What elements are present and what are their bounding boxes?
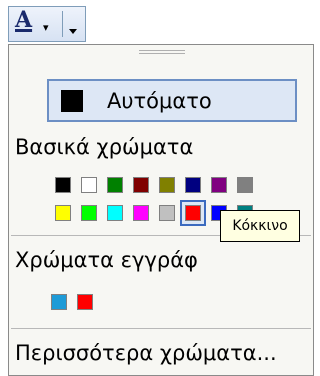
color-swatch[interactable] [133, 177, 149, 193]
color-swatch[interactable] [211, 177, 227, 193]
color-swatch[interactable] [81, 205, 97, 221]
chevron-down-icon[interactable]: ▾ [43, 21, 49, 34]
color-swatch[interactable] [107, 177, 123, 193]
document-colors-heading: Χρώματα εγγράφ [15, 248, 198, 272]
color-swatch[interactable] [55, 205, 71, 221]
color-swatch[interactable] [133, 205, 149, 221]
color-tooltip: Κόκκινο [220, 210, 300, 242]
color-swatch[interactable] [81, 177, 97, 193]
automatic-color-button[interactable]: Αυτόματο [47, 79, 297, 122]
button-separator [62, 11, 63, 37]
toolbar: A ▾ [0, 0, 315, 44]
font-color-icon: A [15, 7, 33, 33]
color-swatch[interactable] [159, 205, 175, 221]
dropdown-arrow-icon[interactable] [69, 29, 77, 34]
menu-grip-handle[interactable] [139, 50, 185, 60]
color-swatch[interactable] [107, 205, 123, 221]
color-swatch[interactable] [55, 177, 71, 193]
color-swatch[interactable] [185, 177, 201, 193]
basic-colors-label: Βασικά χρώματα [15, 135, 194, 159]
more-colors-item[interactable]: Περισσότερα χρώματα... [15, 341, 277, 365]
document-colors-label: Χρώματα εγγράφ [15, 248, 198, 272]
color-swatch[interactable] [237, 177, 253, 193]
automatic-color-swatch [61, 90, 83, 112]
basic-colors-heading: Βασικά χρώματα [15, 135, 193, 159]
document-color-swatch[interactable] [77, 294, 93, 310]
color-swatch[interactable] [159, 177, 175, 193]
automatic-label: Αυτόματο [107, 89, 212, 113]
more-colors-label: Περισσότερα χρώματα... [15, 341, 277, 365]
font-color-button[interactable]: A ▾ [8, 6, 86, 42]
color-swatch[interactable] [185, 205, 201, 221]
document-color-swatch[interactable] [51, 294, 67, 310]
menu-divider [11, 328, 311, 329]
